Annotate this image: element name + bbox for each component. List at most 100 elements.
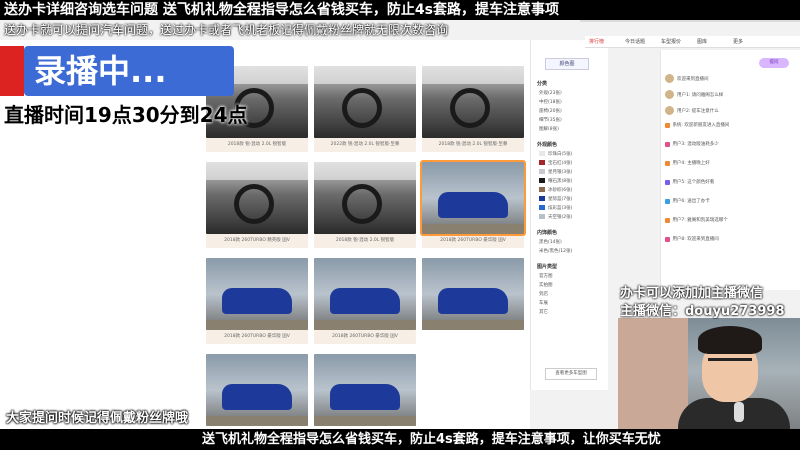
fan-badge [665, 123, 671, 128]
top-banner: 送办卡详细咨询选车问题 送飞机礼物全程指导怎么省钱买车，防止4s套路，提车注意事… [0, 0, 800, 20]
chat-message: 欢迎来到直播间 [665, 74, 709, 83]
chat-text: 用户4: 主播晚上好 [672, 161, 710, 166]
more-models-button[interactable]: 查看更多车型图 [545, 368, 597, 380]
filter-option-label: 细节(35张) [539, 118, 562, 123]
photo-caption: 2018款 锐·混动 2.0L 锐智版 [206, 138, 308, 152]
filter-section-title: 内饰颜色 [537, 230, 558, 236]
filter-option-label: 宝石红(4张) [548, 161, 573, 166]
filter-option[interactable]: 宝石红(4张) [539, 160, 572, 166]
car-photo-thumb[interactable]: 2018款 锐·混动 2.0L 锐智版 [314, 162, 416, 248]
car-photo-thumb[interactable]: 2018款 260TURBO 精英版 国V [206, 162, 308, 248]
filter-option-label: 到店 [539, 292, 548, 297]
color-swatch [539, 205, 545, 210]
filter-option-label: 实拍图 [539, 283, 553, 288]
fan-badge [665, 180, 671, 185]
fan-badge [665, 237, 671, 242]
nav-item[interactable]: 今日话题 [625, 38, 645, 45]
filter-section-title: 外观颜色 [537, 142, 558, 148]
photo-caption: 2018款 260TURBO 豪华版 国V [422, 234, 524, 248]
photo-gallery: 2018款 锐·混动 2.0L 锐智版 2022款 锐·混动 2.0L 锐智版·至… [200, 40, 530, 440]
fan-badge [665, 161, 671, 166]
filter-option-label: 外观(23张) [539, 91, 562, 96]
car-photo-thumb[interactable]: 2018款 260TURBO 豪华版 国V [314, 258, 416, 344]
chat-message: 用户5: 这个颜色好看 [665, 179, 714, 185]
color-swatch [539, 160, 545, 165]
car-photo-thumb[interactable] [422, 258, 524, 330]
nav-item[interactable]: 排行榜 [589, 38, 604, 45]
car-photo-thumb[interactable]: 2018款 260TURBO 豪华版 国V [206, 258, 308, 344]
filter-option[interactable]: 米色/黑色(12张) [539, 248, 572, 254]
wechat-note: 办卡可以添加加主播微信 [620, 286, 764, 301]
color-image-button[interactable]: 颜色图 [545, 58, 589, 70]
filter-option[interactable]: 冰砂棕(6张) [539, 187, 572, 193]
filter-option-label: 其它 [539, 310, 548, 315]
filter-option[interactable]: 图解(8张) [539, 126, 559, 132]
chat-message: 用户2: 提车注意什么 [665, 106, 719, 115]
filter-option[interactable]: 实拍图 [539, 282, 553, 288]
chat-text: 用户2: 提车注意什么 [677, 109, 719, 114]
chat-text: 用户5: 这个颜色好看 [672, 180, 715, 185]
color-swatch [539, 196, 545, 201]
car-photo-thumb[interactable] [314, 354, 416, 426]
chat-text: 用户3: 混动版油耗多少 [672, 142, 719, 147]
interior-photo [422, 66, 524, 138]
exterior-photo [206, 354, 308, 426]
color-swatch [539, 178, 545, 183]
filter-option[interactable]: 曜石黑(8张) [539, 178, 572, 184]
scrolling-banner: 送飞机礼物全程指导怎么省钱买车，防止4s套路，提车注意事项，让你买车无忧 [202, 432, 661, 447]
filter-option[interactable]: 中控(18张) [539, 99, 562, 105]
filter-option[interactable]: 珍珠白(5张) [539, 151, 572, 157]
car-photo-thumb[interactable]: 2018款 锐·混动 2.0L 锐智版·至尊 [422, 66, 524, 152]
chat-text: 系统: 欢迎新朋友进入直播间 [672, 123, 730, 128]
chat-message: 用户6: 送出了办卡 [665, 198, 710, 204]
photo-caption: 2018款 260TURBO 豪华版 国V [206, 330, 308, 344]
filter-option[interactable]: 天空银(2张) [539, 214, 572, 220]
filter-section-title: 分类 [537, 81, 548, 87]
recording-stripe [0, 46, 24, 96]
filter-panel: 颜色图 查看更多车型图 分类外观(23张) 中控(18张) 座椅(20张) 细节(35… [530, 40, 608, 390]
filter-option[interactable]: 炫彩蓝(3张) [539, 205, 572, 211]
filter-option-label: 中控(18张) [539, 100, 562, 105]
color-swatch [539, 151, 545, 156]
exterior-photo [206, 258, 308, 330]
nav-item[interactable]: 更多 [733, 38, 743, 45]
ask-button[interactable]: 提问 [759, 58, 789, 68]
fan-badge-tip: 大家提问时候记得佩戴粉丝牌哦 [6, 411, 189, 426]
second-banner: 送办卡就可以提问汽车问题，送过办卡或者飞机老板记得佩戴粉丝牌就无限次数咨询 [4, 23, 449, 37]
nav-item[interactable]: 图库 [697, 38, 707, 45]
filter-option[interactable]: 到店 [539, 291, 548, 297]
exterior-photo [314, 354, 416, 426]
filter-option-label: 曜石黑(8张) [548, 179, 573, 184]
filter-option[interactable]: 座椅(20张) [539, 108, 562, 114]
nav-item[interactable]: 车型报价 [661, 38, 681, 45]
filter-option[interactable]: 黑色(14张) [539, 239, 562, 245]
user-avatar [665, 106, 674, 115]
chat-text: 用户7: 雅阁和凯美瑞选哪个 [672, 218, 728, 223]
user-avatar [665, 74, 674, 83]
chat-text: 用户6: 送出了办卡 [672, 199, 710, 204]
filter-option-label: 黑色(14张) [539, 240, 562, 245]
fan-badge [665, 199, 671, 204]
fan-badge [665, 142, 671, 147]
photo-caption: 2018款 锐·混动 2.0L 锐智版 [314, 234, 416, 248]
filter-section-title: 图片类型 [537, 264, 558, 270]
car-photo-thumb[interactable]: 2018款 260TURBO 豪华版 国V [420, 160, 526, 248]
filter-option-label: 座椅(20张) [539, 109, 562, 114]
color-swatch [539, 214, 545, 219]
filter-option[interactable]: 细节(35张) [539, 117, 562, 123]
car-photo-thumb[interactable] [206, 354, 308, 426]
filter-option-label: 天空银(2张) [548, 215, 573, 220]
filter-option[interactable]: 外观(23张) [539, 90, 562, 96]
filter-option[interactable]: 其它 [539, 309, 548, 315]
color-swatch [539, 187, 545, 192]
filter-option[interactable]: 星际蓝(7张) [539, 196, 572, 202]
stream-schedule: 直播时间19点30分到24点 [4, 103, 248, 127]
filter-option[interactable]: 星月银(3张) [539, 169, 572, 175]
photo-caption: 2018款 锐·混动 2.0L 锐智版·至尊 [422, 138, 524, 152]
car-photo-thumb[interactable]: 2022款 锐·混动 2.0L 锐智版·至尊 [314, 66, 416, 152]
filter-option-label: 冰砂棕(6张) [548, 188, 573, 193]
filter-option[interactable]: 车展 [539, 300, 548, 306]
chat-text: 欢迎来到直播间 [677, 77, 709, 82]
filter-option[interactable]: 官方图 [539, 273, 553, 279]
chat-message: 用户7: 雅阁和凯美瑞选哪个 [665, 217, 728, 223]
